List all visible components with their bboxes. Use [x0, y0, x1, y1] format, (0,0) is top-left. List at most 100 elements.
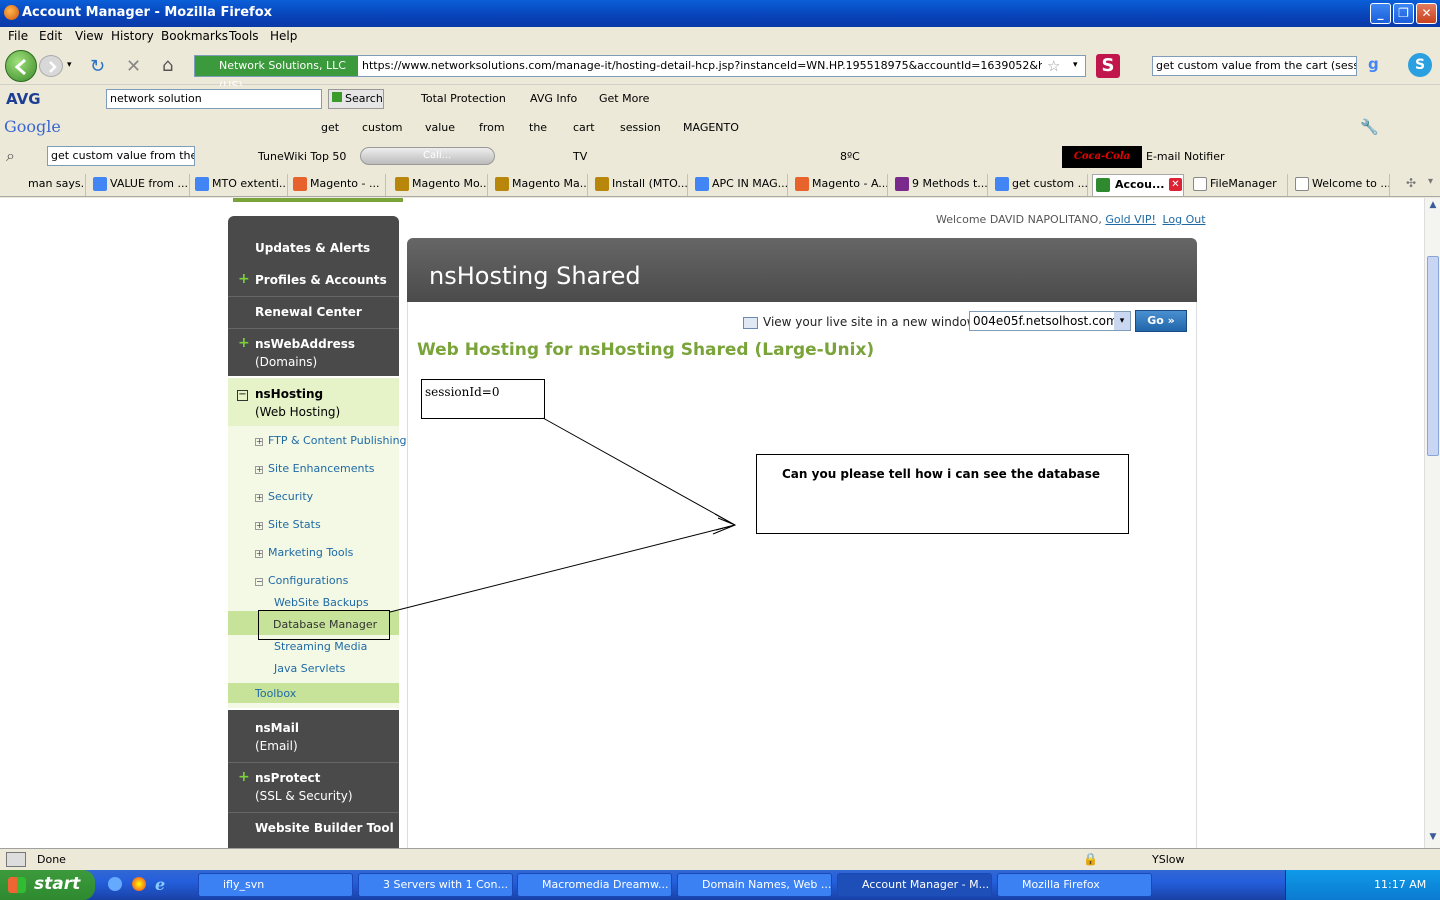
maximize-button[interactable]: ❐ — [1393, 3, 1414, 24]
tab-account-manager[interactable]: Accou... ✕ — [1092, 174, 1184, 196]
tab-7[interactable]: Install (MTO... — [592, 174, 688, 196]
magento-favicon-icon — [795, 177, 809, 191]
annotation-arrows — [389, 417, 737, 613]
tab-welcome[interactable]: Welcome to ... — [1292, 174, 1390, 196]
windows-logo-icon — [8, 877, 26, 893]
task-ifly-svn[interactable]: ifly_svn — [198, 873, 353, 897]
avg-total-protection[interactable]: Total Protection — [421, 92, 506, 105]
google-term-session[interactable]: session — [620, 121, 661, 134]
task-domain-names[interactable]: Domain Names, Web ... — [677, 873, 832, 897]
avg-search-button[interactable]: Search — [328, 89, 384, 109]
title-bar: Account Manager - Mozilla Firefox _ ❐ ✕ — [0, 0, 1440, 27]
menu-file[interactable]: File — [8, 29, 28, 43]
clock[interactable]: 11:17 AM — [1374, 878, 1426, 891]
minimize-button[interactable]: _ — [1370, 3, 1391, 24]
history-dropdown-icon[interactable]: ▾ — [67, 60, 72, 70]
avg-get-more[interactable]: Get More — [599, 92, 649, 105]
bookmark-star-icon[interactable]: ☆ — [1047, 57, 1060, 75]
back-button[interactable] — [5, 50, 37, 82]
scroll-down-icon[interactable]: ▼ — [1427, 832, 1439, 846]
start-button[interactable]: start — [0, 870, 95, 900]
yslow-label[interactable]: YSlow — [1152, 853, 1184, 866]
list-all-tabs-icon[interactable]: ✣ — [1406, 176, 1416, 190]
google-search-icon[interactable]: g — [1368, 55, 1379, 73]
task-dreamweaver[interactable]: Macromedia Dreamw... — [517, 873, 672, 897]
magento-favicon-icon — [293, 177, 307, 191]
task-servers[interactable]: 3 Servers with 1 Con... — [358, 873, 513, 897]
google-favicon-icon — [995, 177, 1009, 191]
window-title: Account Manager - Mozilla Firefox — [22, 5, 273, 20]
site-favicon-icon — [895, 177, 909, 191]
menu-bookmarks[interactable]: Bookmarks — [161, 29, 228, 43]
tab-11[interactable]: get custom ... — [992, 174, 1088, 196]
avg-toolbar: AVG network solution Search Total Protec… — [0, 86, 1440, 112]
google-favicon-icon — [93, 177, 107, 191]
scroll-up-icon[interactable]: ▲ — [1427, 200, 1439, 214]
tab-3[interactable]: MTO extenti... — [192, 174, 288, 196]
tab-10[interactable]: 9 Methods t... — [892, 174, 988, 196]
coca-cola-ad[interactable]: Coca-Cola zero — [1062, 146, 1142, 168]
google-term-custom[interactable]: custom — [362, 121, 403, 134]
web-search-input[interactable]: get custom value from the cart (sessi — [1152, 56, 1357, 76]
chrome-icon[interactable] — [132, 877, 146, 891]
tab-4[interactable]: Magento - ... — [290, 174, 386, 196]
tab-1[interactable]: man says... — [0, 174, 86, 196]
tab-9[interactable]: Magento - A... — [792, 174, 888, 196]
system-tray: 11:17 AM — [1285, 870, 1440, 900]
tab-5[interactable]: Magento Mo... — [392, 174, 488, 196]
google-term-value[interactable]: value — [425, 121, 455, 134]
avg-info[interactable]: AVG Info — [530, 92, 577, 105]
scroll-thumb[interactable] — [1427, 256, 1439, 456]
forum-favicon-icon — [395, 177, 409, 191]
tab-filemanager[interactable]: FileManager — [1190, 174, 1288, 196]
menu-edit[interactable]: Edit — [39, 29, 62, 43]
google-term-the[interactable]: the — [529, 121, 547, 134]
search-arrow-icon — [332, 92, 342, 102]
menu-tools[interactable]: Tools — [229, 29, 259, 43]
google-term-cart[interactable]: cart — [573, 121, 595, 134]
tunewiki-top50[interactable]: TuneWiki Top 50 — [258, 150, 346, 163]
tab-8[interactable]: APC IN MAG... — [692, 174, 788, 196]
forward-arrow-icon — [49, 61, 57, 73]
home-icon[interactable]: ⌂ — [162, 55, 173, 76]
menu-view[interactable]: View — [75, 29, 103, 43]
vertical-scrollbar[interactable]: ▲ ▼ — [1424, 198, 1440, 848]
google-toolbar: Google get custom value from the cart se… — [0, 113, 1440, 141]
tab-scroll-icon[interactable]: ▾ — [1428, 176, 1433, 187]
ie-icon[interactable]: e — [155, 875, 165, 894]
url-text[interactable]: https://www.networksolutions.com/manage-… — [362, 59, 1042, 72]
google-term-get[interactable]: get — [321, 121, 339, 134]
close-tab-icon[interactable]: ✕ — [1169, 178, 1182, 191]
stumble-icon[interactable]: S — [1096, 54, 1120, 78]
google-term-from[interactable]: from — [479, 121, 505, 134]
lock-icon[interactable]: 🔒 — [1083, 852, 1098, 866]
tv-link[interactable]: TV — [573, 150, 587, 163]
stop-icon[interactable]: ✕ — [126, 56, 141, 77]
site-identity[interactable]: Network Solutions, LLC (US) — [195, 56, 358, 92]
url-dropdown-icon[interactable]: ▾ — [1073, 60, 1078, 70]
google-term-magento[interactable]: MAGENTO — [683, 121, 739, 134]
tab-6[interactable]: Magento Ma... — [492, 174, 588, 196]
media-player[interactable]: Cali... — [360, 147, 495, 165]
page-favicon-icon — [1193, 177, 1207, 191]
tunewiki-search-input[interactable]: get custom value from the — [47, 146, 195, 166]
quicklaunch-icon[interactable] — [108, 877, 122, 891]
navigation-toolbar: ▾ ↻ ✕ ⌂ Network Solutions, LLC (US) http… — [0, 47, 1440, 92]
forward-button[interactable] — [39, 55, 63, 77]
windows-taskbar: start e ifly_svn 3 Servers with 1 Con...… — [0, 870, 1440, 900]
address-bar[interactable]: Network Solutions, LLC (US) https://www.… — [194, 55, 1086, 92]
close-window-button[interactable]: ✕ — [1416, 3, 1437, 24]
skype-icon[interactable]: S — [1408, 53, 1432, 77]
task-account-manager[interactable]: Account Manager - M... — [837, 873, 992, 897]
arrow-line-upper — [542, 417, 736, 526]
email-notifier[interactable]: E-mail Notifier — [1146, 150, 1225, 163]
task-mozilla-firefox[interactable]: Mozilla Firefox — [997, 873, 1152, 897]
tab-2[interactable]: VALUE from ... — [90, 174, 190, 196]
menu-history[interactable]: History — [111, 29, 154, 43]
reload-icon[interactable]: ↻ — [90, 56, 105, 77]
menu-help[interactable]: Help — [270, 29, 297, 43]
avg-logo: AVG — [6, 90, 41, 108]
avg-search-input[interactable]: network solution — [106, 89, 322, 109]
menu-bar: File Edit View History Bookmarks Tools H… — [0, 27, 1440, 47]
wrench-icon[interactable]: 🔧 — [1360, 118, 1379, 136]
